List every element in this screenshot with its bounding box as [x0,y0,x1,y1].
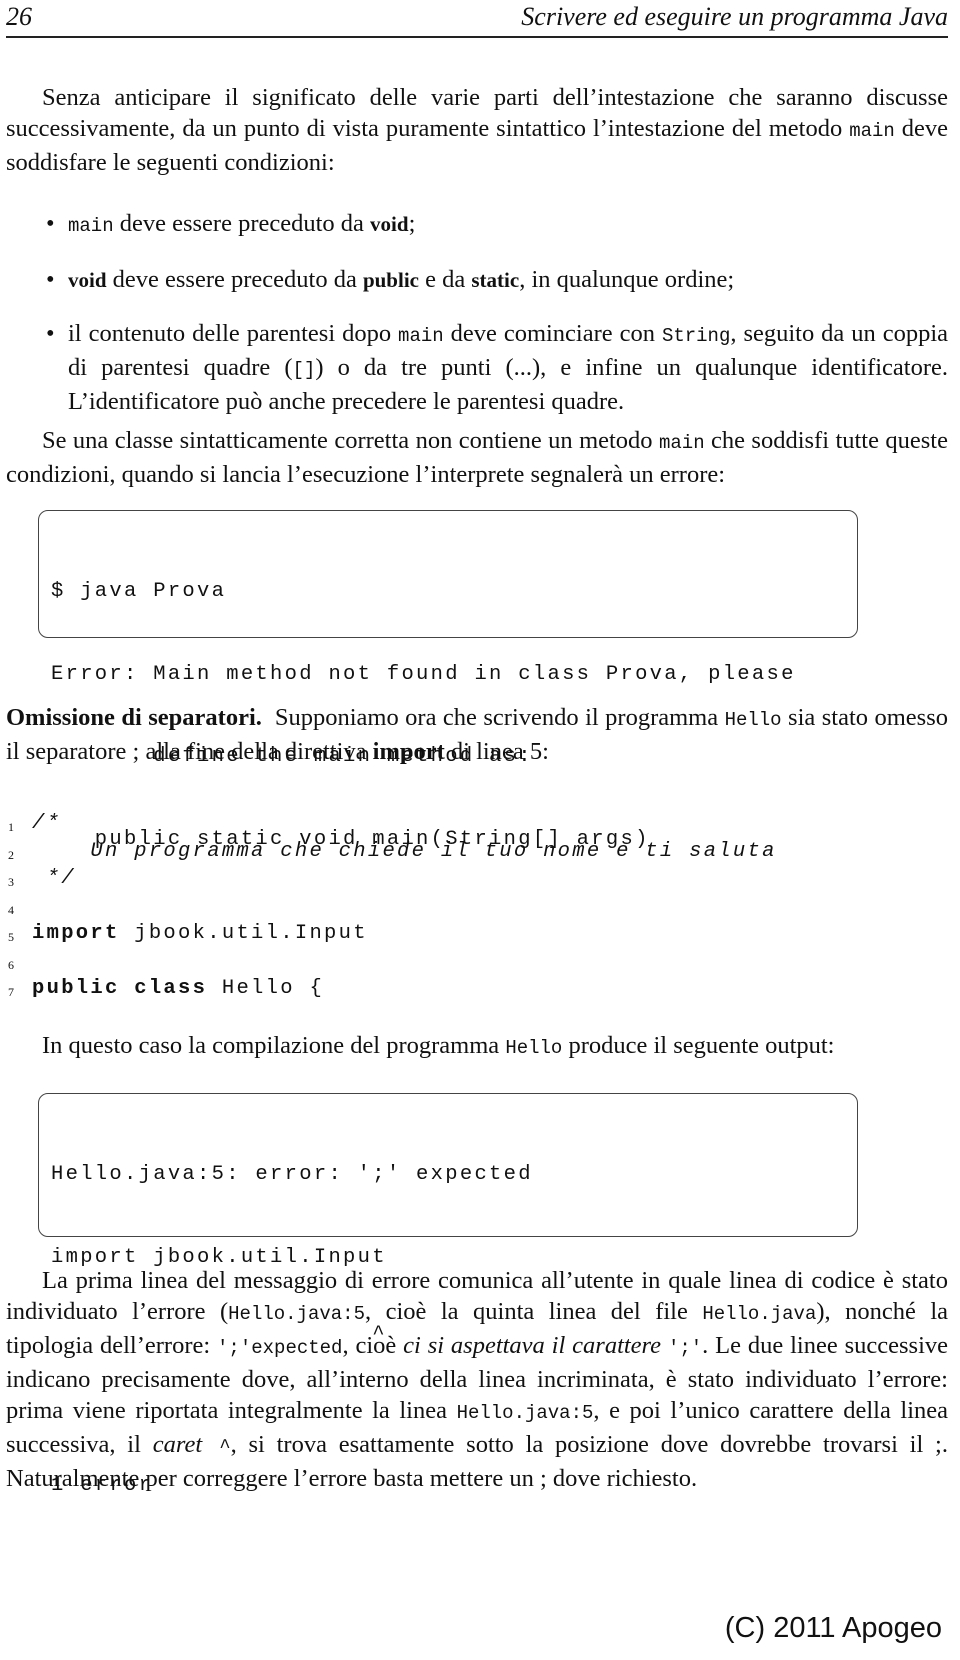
inline-code: main [68,215,114,237]
code-line: 2 Un programma che chiede il tuo nome e … [4,838,904,866]
paragraph-text: produce il seguente output: [562,1032,835,1059]
list-text: ; [408,210,416,237]
terminal-output-box-2: Hello.java:5: error: ';' expected import… [38,1093,858,1497]
inline-code: Hello [505,1037,563,1059]
bullet-icon: • [46,320,55,347]
paragraph-main-requirement: Se una classe sintatticamente corretta n… [6,425,948,490]
section-paragraph: Omissione di separatori. Supponiamo ora … [6,702,948,767]
paragraph-text: Se una classe sintatticamente corretta n… [42,427,659,454]
paragraph-text: In questo caso la compilazione del progr… [42,1032,506,1059]
terminal-output-box-1: $ java Prova Error: Main method not foun… [38,510,858,851]
code-listing: 1/* 2 Un programma che chiede il tuo nom… [4,810,904,1003]
inline-code: main [398,325,444,347]
paragraph-explanation: La prima linea del messaggio di errore c… [6,1265,948,1494]
line-number: 7 [8,985,14,999]
terminal-line: Error: Main method not found in class Pr… [51,662,796,686]
inline-code: ^ [202,1436,231,1458]
code-text: Hello { [207,977,325,1000]
code-line: 5 import jbook.util.Input [4,920,904,948]
inline-code: ';' [667,1337,703,1359]
list-text: deve cominciare con [443,320,662,347]
code-line: 7 public class Hello { [4,975,904,1003]
code-text: */ [32,867,76,890]
paragraph-compilation: In questo caso la compilazione del progr… [6,1030,948,1064]
paragraph-text: Supponiamo ora che scrivendo il programm… [261,704,725,731]
code-line: 6 [4,948,904,976]
bullet-icon: • [46,266,55,293]
intro-paragraph: Senza anticipare il significato delle va… [6,82,948,178]
inline-code: Hello [724,709,782,731]
code-line: 3 */ [4,865,904,893]
list-item: • void deve essere preceduto da public e … [6,264,948,296]
list-item: • main deve essere preceduto da void; [6,208,948,242]
running-title: Scrivere ed eseguire un programma Java [521,2,948,31]
keyword: void [68,268,107,292]
inline-code: Hello.java [702,1303,817,1325]
code-text: /* [32,812,62,835]
inline-code: main [658,432,705,454]
inline-code: main [849,120,895,142]
keyword: import [372,738,445,765]
bullet-icon: • [46,210,55,237]
code-text: Un programma che chiede il tuo nome e ti… [32,839,777,863]
list-text: e da [418,266,472,293]
terminal-line: $ java Prova [51,580,227,603]
list-text: deve essere preceduto da [106,266,363,293]
paragraph-text: , cioè la quinta linea del file [364,1298,703,1325]
inline-code: [] [292,359,316,381]
list-text: deve essere preceduto da [113,210,371,237]
italic-text: ci si aspettava il carattere [403,1332,668,1359]
paragraph-text: , cioè [342,1332,404,1359]
keyword: void [370,212,409,236]
list-text: il contenuto delle parentesi dopo [68,320,399,347]
conditions-list: • main deve essere preceduto da void; • vo… [6,208,948,439]
code-line: 4 [4,893,904,921]
terminal-line: Hello.java:5: error: ';' expected [51,1163,533,1186]
italic-text: caret [152,1431,203,1458]
keyword: import [32,922,120,945]
paragraph-text: di linea 5: [444,738,549,765]
list-item: • il contenuto delle parentesi dopo main … [6,318,948,417]
intro-text: Senza anticipare il significato delle va… [6,84,948,142]
inline-code: Hello.java:5 [228,1303,365,1325]
page-header: 26 Scrivere ed eseguire un programma Jav… [6,2,948,38]
page-number: 26 [6,2,32,31]
section-title: Omissione di separatori. [6,704,262,731]
keyword: static [471,268,520,292]
copyright-footer: (C) 2011 Apogeo [724,1612,942,1644]
keyword: public class [32,977,208,1000]
list-text: , in qualunque ordine; [519,266,735,293]
inline-code: ';'expected [217,1337,343,1359]
code-line: 1/* [4,810,904,838]
code-text: jbook.util.Input [119,922,368,945]
inline-code: Hello.java:5 [456,1402,594,1424]
inline-code: String [661,325,731,347]
keyword: public [362,268,419,292]
